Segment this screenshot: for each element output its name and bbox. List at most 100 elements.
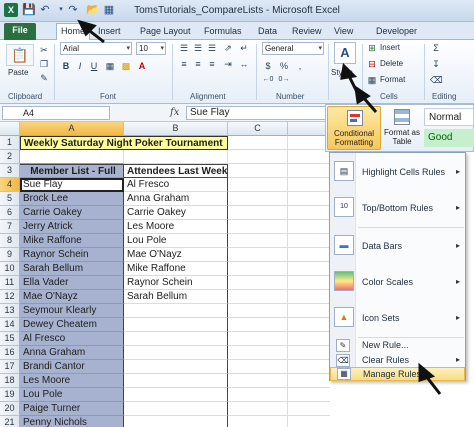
align-bottom-icon[interactable]: ☰ [206, 42, 218, 54]
paste-button[interactable]: Paste [8, 68, 28, 77]
align-left-icon[interactable]: ≡ [178, 58, 190, 70]
cell-c5[interactable] [228, 192, 288, 206]
cell-d13[interactable] [288, 304, 330, 318]
row-header[interactable]: 10 [0, 262, 20, 276]
format-cells-icon[interactable]: ▦ [366, 74, 378, 86]
cell-c11[interactable] [228, 276, 288, 290]
row-header[interactable]: 7 [0, 220, 20, 234]
row-header[interactable]: 1 [0, 136, 20, 150]
cell-a5[interactable]: Brock Lee [20, 192, 124, 206]
cell-b10[interactable]: Mike Raffone [124, 262, 228, 276]
cell-d1[interactable] [288, 136, 330, 150]
menu-item-icon-sets[interactable]: ▲ Icon Sets ▸ [330, 301, 465, 335]
paste-icon[interactable]: 📋 [6, 44, 34, 66]
cell-c19[interactable] [228, 388, 288, 402]
cut-icon[interactable]: ✂ [38, 44, 50, 56]
cell-a20[interactable]: Paige Turner [20, 402, 124, 416]
tab-insert[interactable]: Insert [94, 24, 125, 40]
menu-item-color-scales[interactable]: Color Scales ▸ [330, 265, 465, 299]
cell-b14[interactable] [124, 318, 228, 332]
cell-a4[interactable]: Sue Flay [20, 178, 124, 192]
column-header-b[interactable]: B [124, 122, 228, 136]
cell-c4[interactable] [228, 178, 288, 192]
cell-d3[interactable] [288, 164, 330, 178]
cell-b15[interactable] [124, 332, 228, 346]
cell-c13[interactable] [228, 304, 288, 318]
cell-d14[interactable] [288, 318, 330, 332]
cell-b9[interactable]: Mae O'Nayz [124, 248, 228, 262]
cell-c1[interactable] [228, 136, 288, 150]
cell-d20[interactable] [288, 402, 330, 416]
formula-input[interactable]: Sue Flay [186, 106, 326, 120]
cell-b5[interactable]: Anna Graham [124, 192, 228, 206]
row-header[interactable]: 5 [0, 192, 20, 206]
cell-b16[interactable] [124, 346, 228, 360]
row-header[interactable]: 21 [0, 416, 20, 427]
cell-a14[interactable]: Dewey Cheatem [20, 318, 124, 332]
conditional-formatting-button[interactable]: Conditional Formatting [327, 106, 381, 150]
styles-button[interactable]: Styles [331, 68, 353, 77]
delete-cells-button[interactable]: Delete [380, 59, 403, 68]
cell-b19[interactable] [124, 388, 228, 402]
menu-item-new-rule[interactable]: ✎ New Rule... [330, 339, 465, 353]
delete-cells-icon[interactable]: ⊟ [366, 58, 378, 70]
tab-page-layout[interactable]: Page Layout [136, 24, 195, 40]
wrap-text-icon[interactable]: ↵ [238, 42, 250, 54]
cell-a11[interactable]: Ella Vader [20, 276, 124, 290]
decrease-decimal-icon[interactable]: 0→ [278, 74, 290, 86]
tab-data[interactable]: Data [254, 24, 281, 40]
cell-a3[interactable]: Member List - Full [20, 164, 124, 178]
bold-icon[interactable]: B [60, 60, 72, 72]
autosum-icon[interactable]: Σ [430, 42, 442, 54]
italic-icon[interactable]: I [74, 60, 86, 72]
cell-c16[interactable] [228, 346, 288, 360]
cell-c3[interactable] [228, 164, 288, 178]
cell-a10[interactable]: Sarah Bellum [20, 262, 124, 276]
cell-d10[interactable] [288, 262, 330, 276]
cell-c10[interactable] [228, 262, 288, 276]
cell-c8[interactable] [228, 234, 288, 248]
row-header[interactable]: 3 [0, 164, 20, 178]
cell-d16[interactable] [288, 346, 330, 360]
number-format-combo[interactable]: General ▾ [262, 42, 324, 55]
menu-item-manage-rules[interactable]: ▦ Manage Rules... [330, 367, 465, 381]
cell-b8[interactable]: Lou Pole [124, 234, 228, 248]
row-header[interactable]: 15 [0, 332, 20, 346]
cell-d17[interactable] [288, 360, 330, 374]
format-cells-button[interactable]: Format [380, 75, 405, 84]
cell-c15[interactable] [228, 332, 288, 346]
fill-color-icon[interactable]: ▩ [120, 60, 132, 72]
cell-a12[interactable]: Mae O'Nayz [20, 290, 124, 304]
cell-d5[interactable] [288, 192, 330, 206]
row-header[interactable]: 11 [0, 276, 20, 290]
column-header-a[interactable]: A [20, 122, 124, 136]
cell-c18[interactable] [228, 374, 288, 388]
cell-a1[interactable]: Weekly Saturday Night Poker Tournament [20, 136, 228, 150]
cell-c14[interactable] [228, 318, 288, 332]
cell-a21[interactable]: Penny Nichols [20, 416, 124, 427]
insert-cells-button[interactable]: Insert [380, 43, 400, 52]
menu-item-top-bottom-rules[interactable]: 10 Top/Bottom Rules ▸ [330, 191, 465, 225]
borders-icon[interactable]: ▦ [104, 60, 116, 72]
menu-item-clear-rules[interactable]: ⌫ Clear Rules ▸ [330, 354, 465, 368]
cell-d18[interactable] [288, 374, 330, 388]
tab-file[interactable]: File [4, 23, 36, 40]
orientation-icon[interactable]: ⇗ [222, 42, 234, 54]
cell-a17[interactable]: Brandi Cantor [20, 360, 124, 374]
cell-d2[interactable] [288, 150, 330, 164]
cell-a7[interactable]: Jerry Atrick [20, 220, 124, 234]
cell-a19[interactable]: Lou Pole [20, 388, 124, 402]
column-header-d[interactable] [288, 122, 330, 136]
cell-d9[interactable] [288, 248, 330, 262]
row-header[interactable]: 20 [0, 402, 20, 416]
clear-icon[interactable]: ⌫ [430, 74, 443, 86]
name-box[interactable]: A4 [2, 106, 110, 120]
align-right-icon[interactable]: ≡ [206, 58, 218, 70]
tab-developer[interactable]: Developer [372, 24, 421, 40]
row-header[interactable]: 2 [0, 150, 20, 164]
cell-c12[interactable] [228, 290, 288, 304]
row-header[interactable]: 9 [0, 248, 20, 262]
row-header[interactable]: 16 [0, 346, 20, 360]
cell-d21[interactable] [288, 416, 330, 427]
menu-item-highlight-cells-rules[interactable]: ▤ Highlight Cells Rules ▸ [330, 155, 465, 189]
